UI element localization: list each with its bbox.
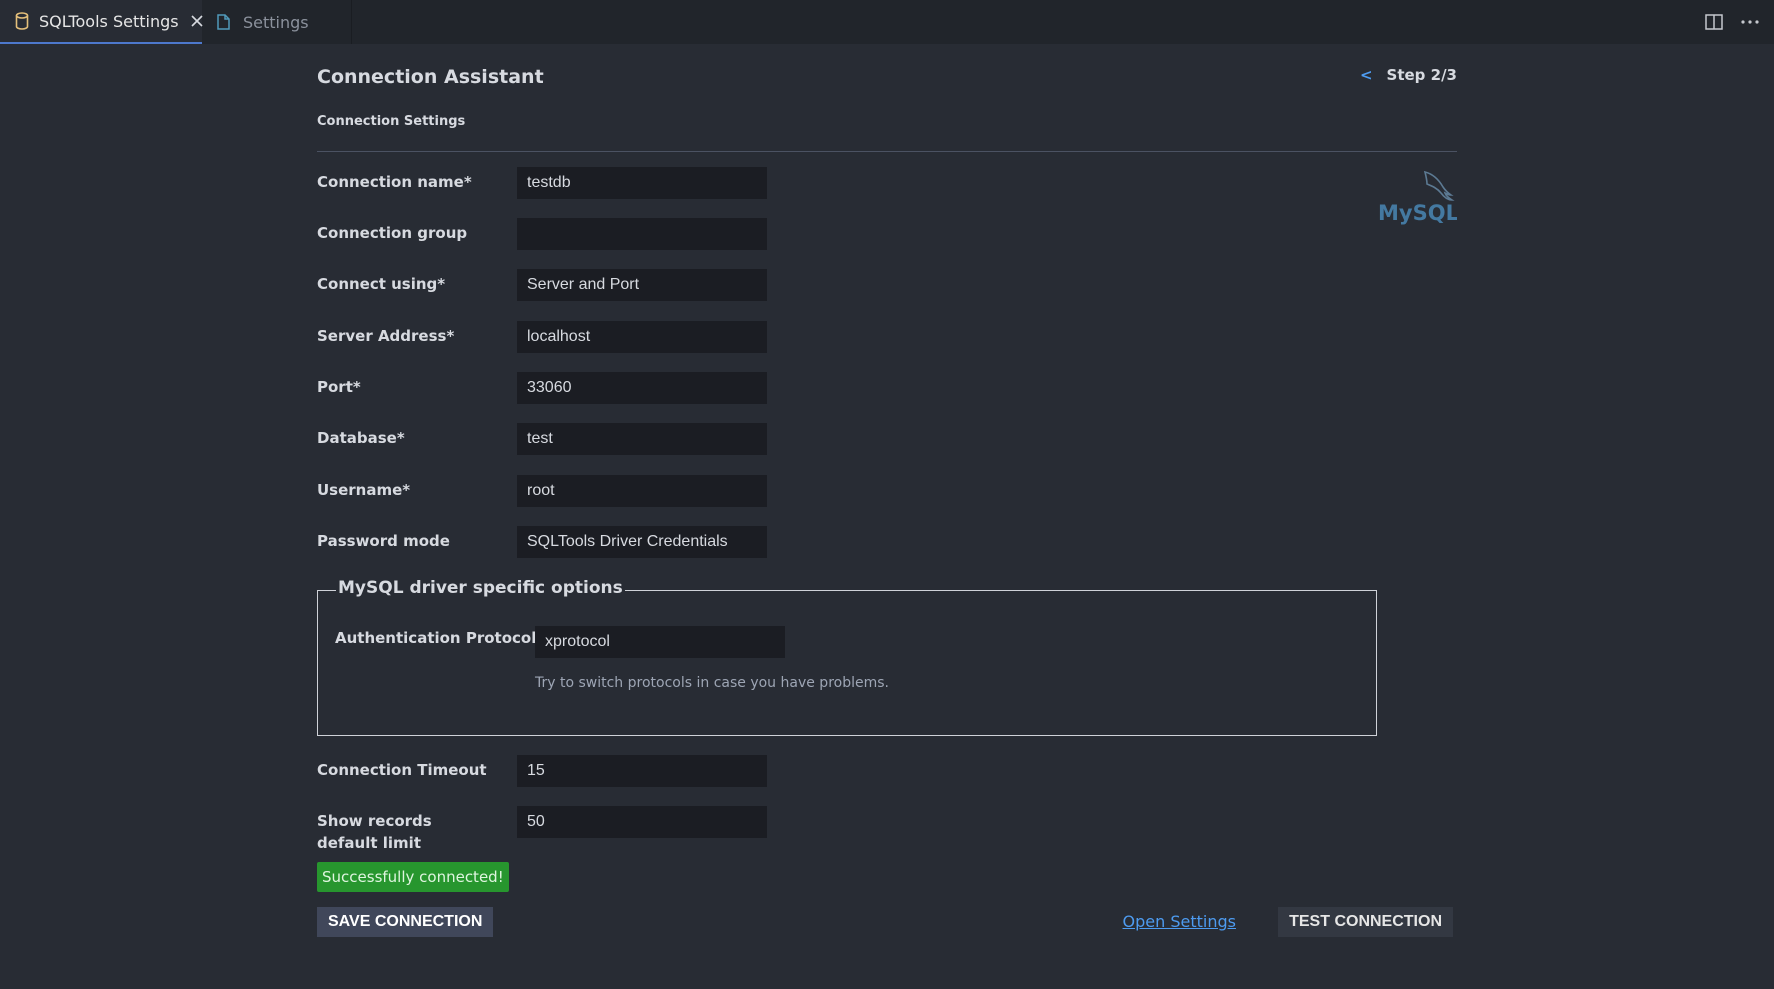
connection-name-input[interactable] [517, 167, 767, 199]
auth-protocol-label: Authentication Protocol [335, 629, 537, 647]
step-label: Step 2/3 [1386, 66, 1457, 84]
step-indicator: < Step 2/3 [1360, 66, 1457, 84]
password-mode-select[interactable] [517, 526, 767, 558]
field-label: Connection group [317, 224, 468, 242]
field-database: Database* [317, 423, 917, 457]
field-label: Port* [317, 378, 361, 396]
split-editor-icon[interactable] [1704, 12, 1724, 32]
driver-options-legend: MySQL driver specific options [336, 578, 625, 598]
more-actions-icon[interactable] [1740, 12, 1760, 32]
field-username: Username* [317, 475, 917, 509]
mysql-logo: MySQL [1377, 170, 1459, 225]
status-badge: Successfully connected! [317, 862, 509, 892]
page-title: Connection Assistant [317, 66, 544, 88]
field-label: Connection Timeout [317, 761, 487, 779]
save-connection-button[interactable]: SAVE CONNECTION [317, 907, 494, 937]
field-password-mode: Password mode [317, 526, 917, 560]
field-label: Show records default limit [317, 812, 432, 852]
database-input[interactable] [517, 423, 767, 455]
field-port: Port* [317, 372, 917, 406]
open-settings-link[interactable]: Open Settings [1123, 912, 1236, 931]
field-label: Database* [317, 429, 405, 447]
auth-protocol-select[interactable] [535, 626, 785, 658]
field-label: Username* [317, 481, 411, 499]
connection-timeout-input[interactable] [517, 755, 767, 787]
tab-settings[interactable]: Settings [202, 0, 352, 44]
section-subtitle: Connection Settings [317, 114, 466, 129]
file-icon [217, 13, 233, 31]
step-back-button[interactable]: < [1360, 66, 1373, 84]
tab-label: Settings [243, 12, 309, 32]
editor-tab-bar: SQLTools Settings Settings [0, 0, 1774, 44]
auth-protocol-hint: Try to switch protocols in case you have… [535, 675, 889, 691]
editor-actions [1704, 0, 1760, 44]
close-icon[interactable] [191, 12, 203, 30]
database-icon [15, 12, 29, 30]
divider [317, 151, 1457, 152]
field-label: Password mode [317, 532, 450, 550]
field-connection-timeout: Connection Timeout [317, 755, 917, 789]
port-input[interactable] [517, 372, 767, 404]
field-server-address: Server Address* [317, 321, 917, 355]
username-input[interactable] [517, 475, 767, 507]
field-show-records-limit: Show records default limit [317, 806, 917, 856]
tab-label: SQLTools Settings [39, 11, 179, 31]
connect-using-select[interactable] [517, 269, 767, 301]
field-label: Connect using* [317, 275, 446, 293]
server-address-input[interactable] [517, 321, 767, 353]
connection-group-input[interactable] [517, 218, 767, 250]
field-label: Connection name* [317, 173, 472, 191]
test-connection-button[interactable]: TEST CONNECTION [1278, 907, 1453, 937]
field-connection-name: Connection name* [317, 167, 917, 201]
field-label: Server Address* [317, 327, 455, 345]
tab-sqltools-settings[interactable]: SQLTools Settings [0, 0, 203, 44]
driver-options-fieldset: MySQL driver specific options Authentica… [317, 578, 1377, 736]
field-connect-using: Connect using* [317, 269, 917, 303]
field-connection-group: Connection group [317, 218, 917, 252]
mysql-logo-text: MySQL [1378, 201, 1457, 225]
records-limit-input[interactable] [517, 806, 767, 838]
